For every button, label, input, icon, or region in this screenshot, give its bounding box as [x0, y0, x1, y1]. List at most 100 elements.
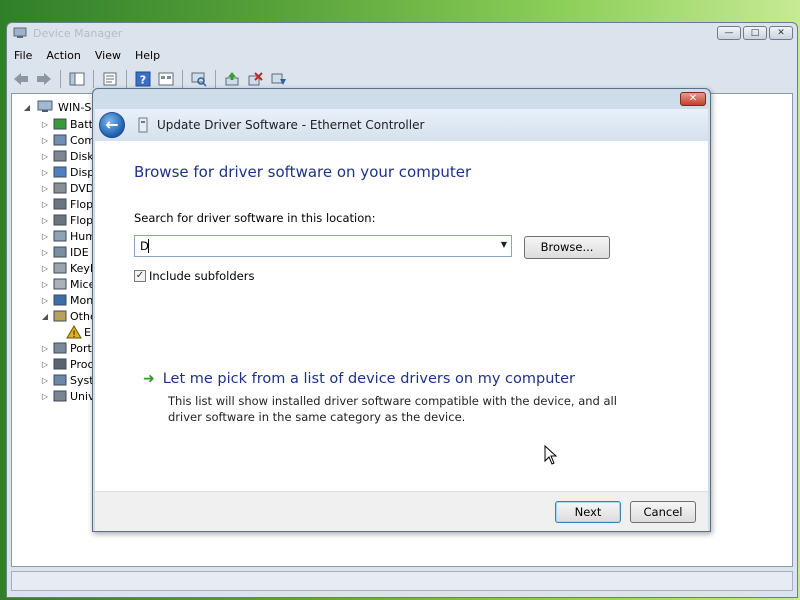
keyboard-icon [53, 262, 67, 274]
maximize-icon: □ [750, 28, 760, 38]
collapse-icon[interactable]: ◢ [40, 312, 50, 321]
tree-item[interactable]: ▷ Disp [40, 164, 94, 180]
expand-icon[interactable]: ▷ [40, 200, 50, 209]
expand-icon[interactable]: ▷ [40, 152, 50, 161]
tree-item[interactable]: ▷ Com [40, 132, 95, 148]
expand-icon[interactable]: ▷ [40, 232, 50, 241]
toolbar-separator [215, 70, 216, 88]
port-icon [53, 342, 67, 354]
collapse-icon[interactable]: ◢ [22, 103, 32, 112]
update-driver-icon [225, 72, 239, 86]
details-view-button[interactable] [156, 69, 176, 89]
expand-icon[interactable]: ▷ [40, 376, 50, 385]
next-button[interactable]: Next [555, 501, 621, 523]
expand-icon[interactable]: ▷ [40, 280, 50, 289]
expand-icon[interactable]: ▷ [40, 120, 50, 129]
dialog-heading: Browse for driver software on your compu… [134, 163, 472, 181]
checkmark-icon: ✓ [135, 270, 145, 281]
pick-from-list-title[interactable]: Let me pick from a list of device driver… [163, 371, 575, 387]
expand-icon[interactable]: ▷ [40, 184, 50, 193]
tree-item[interactable]: ▷ DVD [40, 180, 94, 196]
back-arrow-icon: ← [105, 115, 119, 134]
back-arrow-icon [14, 73, 28, 85]
tree-item-label: Flop [70, 213, 94, 227]
tree-item[interactable]: ◢ Othe [40, 308, 97, 324]
expand-icon[interactable]: ▷ [40, 248, 50, 257]
ide-controller-icon [53, 246, 67, 258]
scan-hardware-button[interactable] [189, 69, 209, 89]
include-subfolders-checkbox[interactable]: ✓ [134, 270, 146, 282]
device-manager-title: Device Manager [33, 27, 123, 40]
expand-icon[interactable]: ▷ [40, 344, 50, 353]
expand-icon[interactable]: ▷ [40, 168, 50, 177]
dvd-drive-icon [53, 182, 67, 194]
tree-item[interactable]: ▷ Syst [40, 372, 94, 388]
menu-help[interactable]: Help [128, 47, 167, 65]
tree-item[interactable]: ▷ Keyb [40, 260, 97, 276]
include-subfolders-row[interactable]: ✓ Include subfolders [134, 269, 254, 283]
update-driver-button[interactable] [222, 69, 242, 89]
tree-item-label: Batt [70, 117, 93, 131]
svg-text:?: ? [140, 74, 146, 87]
pick-from-list-link[interactable]: ➜ Let me pick from a list of device driv… [143, 371, 575, 387]
tree-item[interactable]: ▷ Hum [40, 228, 96, 244]
close-icon: ✕ [688, 93, 698, 104]
expand-icon[interactable]: ▷ [40, 216, 50, 225]
tree-item-label: IDE [70, 245, 89, 259]
tree-item[interactable]: ▷ Mice [40, 276, 95, 292]
tree-item-label: DVD [70, 181, 95, 195]
expand-icon[interactable]: ▷ [40, 360, 50, 369]
disable-device-icon [271, 73, 286, 85]
help-button[interactable]: ? [133, 69, 153, 89]
menu-view[interactable]: View [88, 47, 128, 65]
tree-item-label: Syst [70, 373, 94, 387]
computer-icon [37, 100, 53, 112]
dialog-back-button[interactable]: ← [99, 112, 125, 138]
hid-icon [53, 230, 67, 242]
other-devices-icon [53, 310, 67, 322]
dialog-close-button[interactable]: ✕ [680, 92, 706, 106]
toolbar-separator [182, 70, 183, 88]
show-hide-console-tree-button[interactable] [67, 69, 87, 89]
tree-item[interactable]: ▷ Proc [40, 356, 94, 372]
close-button[interactable]: ✕ [769, 26, 793, 40]
back-button[interactable] [11, 69, 31, 89]
close-icon: ✕ [777, 28, 785, 38]
forward-button[interactable] [34, 69, 54, 89]
expand-icon[interactable]: ▷ [40, 296, 50, 305]
dialog-footer: Next Cancel [95, 491, 708, 531]
expand-icon[interactable]: ▷ [40, 392, 50, 401]
cancel-button[interactable]: Cancel [630, 501, 696, 523]
tree-item[interactable]: ▷ Mon [40, 292, 93, 308]
mouse-pointer-icon [544, 445, 558, 465]
disable-button[interactable] [268, 69, 288, 89]
tree-item[interactable]: ▷ Univ [40, 388, 95, 404]
uninstall-button[interactable] [245, 69, 265, 89]
tree-item[interactable]: ▷ Flop [40, 212, 93, 228]
browse-button[interactable]: Browse... [524, 236, 610, 259]
tree-item-label: Mon [70, 293, 94, 307]
processor-icon [53, 358, 67, 370]
tree-item[interactable]: ▷ Flop [40, 196, 93, 212]
display-adapter-icon [53, 166, 67, 178]
tree-item-label: E [84, 325, 91, 339]
dropdown-arrow-icon[interactable]: ▼ [501, 240, 507, 249]
toolbar-separator [126, 70, 127, 88]
expand-icon[interactable]: ▷ [40, 264, 50, 273]
mouse-icon [53, 278, 67, 290]
tree-item[interactable]: ! E [64, 324, 91, 340]
expand-icon[interactable]: ▷ [40, 136, 50, 145]
tree-item[interactable]: ▷ Batt [40, 116, 93, 132]
tree-item[interactable]: ▷ Port [40, 340, 92, 356]
menu-file[interactable]: File [7, 47, 39, 65]
driver-path-combobox[interactable]: D ▼ [134, 235, 512, 257]
menu-action[interactable]: Action [39, 47, 87, 65]
tree-item[interactable]: ▷ Disk [40, 148, 94, 164]
tree-item[interactable]: ▷ IDE [40, 244, 89, 260]
properties-button[interactable] [100, 69, 120, 89]
device-manager-titlebar[interactable]: Device Manager — □ ✕ [7, 23, 797, 45]
maximize-button[interactable]: □ [743, 26, 767, 40]
minimize-button[interactable]: — [717, 26, 741, 40]
toolbar-separator [60, 70, 61, 88]
include-subfolders-label[interactable]: Include subfolders [149, 269, 254, 283]
